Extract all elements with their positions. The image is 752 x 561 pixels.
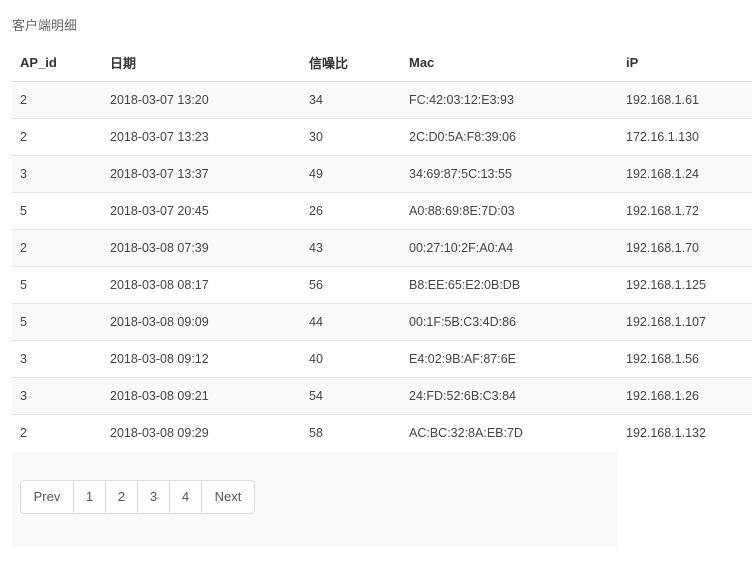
cell-ip: 172.16.1.130 [618,118,752,156]
cell-snr: 34 [301,81,401,119]
pagination-panel: Prev 1 2 3 4 Next [12,452,618,547]
cell-date: 2018-03-07 13:23 [102,118,301,156]
cell-ap-id: 2 [12,229,102,267]
cell-ip: 192.168.1.132 [618,414,752,451]
cell-ap-id: 3 [12,340,102,378]
cell-snr: 58 [301,414,401,451]
cell-mac: 00:27:10:2F:A0:A4 [401,229,618,267]
table-row: 2 2018-03-07 13:20 34 FC:42:03:12:E3:93 … [12,81,752,119]
prev-page-button[interactable]: Prev [21,481,73,513]
cell-date: 2018-03-08 09:21 [102,377,301,415]
page-title: 客户端明细 [12,18,78,33]
table-row: 3 2018-03-08 09:12 40 E4:02:9B:AF:87:6E … [12,340,752,378]
column-header-ap-id[interactable]: AP_id [12,44,102,82]
cell-ap-id: 3 [12,377,102,415]
page-1-button[interactable]: 1 [73,481,105,513]
table-row: 5 2018-03-07 20:45 26 A0:88:69:8E:7D:03 … [12,192,752,230]
column-header-mac[interactable]: Mac [401,44,618,82]
cell-mac: 2C:D0:5A:F8:39:06 [401,118,618,156]
client-detail-table: AP_id 日期 信噪比 Mac iP 2 2018-03-07 13:20 3… [12,44,752,451]
cell-mac: A0:88:69:8E:7D:03 [401,192,618,230]
next-page-button[interactable]: Next [201,481,254,513]
cell-snr: 44 [301,303,401,341]
cell-mac: E4:02:9B:AF:87:6E [401,340,618,378]
pagination: Prev 1 2 3 4 Next [20,480,255,514]
page-2-button[interactable]: 2 [105,481,137,513]
cell-snr: 40 [301,340,401,378]
table-row: 3 2018-03-07 13:37 49 34:69:87:5C:13:55 … [12,155,752,193]
cell-ip: 192.168.1.125 [618,266,752,304]
cell-ip: 192.168.1.61 [618,81,752,119]
cell-ap-id: 5 [12,303,102,341]
table-row: 3 2018-03-08 09:21 54 24:FD:52:6B:C3:84 … [12,377,752,415]
cell-date: 2018-03-07 13:37 [102,155,301,193]
cell-ap-id: 2 [12,414,102,451]
cell-mac: B8:EE:65:E2:0B:DB [401,266,618,304]
cell-snr: 54 [301,377,401,415]
table-header-row: AP_id 日期 信噪比 Mac iP [12,44,752,82]
cell-mac: 00:1F:5B:C3:4D:86 [401,303,618,341]
cell-date: 2018-03-08 07:39 [102,229,301,267]
column-header-snr[interactable]: 信噪比 [301,44,401,82]
cell-snr: 43 [301,229,401,267]
cell-ip: 192.168.1.70 [618,229,752,267]
cell-date: 2018-03-08 09:09 [102,303,301,341]
cell-ip: 192.168.1.26 [618,377,752,415]
column-header-ip[interactable]: iP [618,44,752,82]
cell-ap-id: 5 [12,266,102,304]
cell-date: 2018-03-08 08:17 [102,266,301,304]
table-row: 2 2018-03-07 13:23 30 2C:D0:5A:F8:39:06 … [12,118,752,156]
cell-ip: 192.168.1.107 [618,303,752,341]
cell-date: 2018-03-08 09:12 [102,340,301,378]
cell-ap-id: 5 [12,192,102,230]
page-4-button[interactable]: 4 [169,481,201,513]
cell-ap-id: 2 [12,81,102,119]
cell-date: 2018-03-07 13:20 [102,81,301,119]
cell-ap-id: 3 [12,155,102,193]
cell-ip: 192.168.1.24 [618,155,752,193]
cell-date: 2018-03-08 09:29 [102,414,301,451]
cell-date: 2018-03-07 20:45 [102,192,301,230]
column-header-date[interactable]: 日期 [102,44,301,82]
table-row: 5 2018-03-08 09:09 44 00:1F:5B:C3:4D:86 … [12,303,752,341]
cell-snr: 56 [301,266,401,304]
cell-mac: 34:69:87:5C:13:55 [401,155,618,193]
cell-ap-id: 2 [12,118,102,156]
cell-snr: 30 [301,118,401,156]
cell-snr: 49 [301,155,401,193]
cell-ip: 192.168.1.72 [618,192,752,230]
table-row: 5 2018-03-08 08:17 56 B8:EE:65:E2:0B:DB … [12,266,752,304]
cell-mac: FC:42:03:12:E3:93 [401,81,618,119]
cell-ip: 192.168.1.56 [618,340,752,378]
cell-mac: 24:FD:52:6B:C3:84 [401,377,618,415]
table-row: 2 2018-03-08 07:39 43 00:27:10:2F:A0:A4 … [12,229,752,267]
page-3-button[interactable]: 3 [137,481,169,513]
cell-snr: 26 [301,192,401,230]
table-row: 2 2018-03-08 09:29 58 AC:BC:32:8A:EB:7D … [12,414,752,451]
cell-mac: AC:BC:32:8A:EB:7D [401,414,618,451]
